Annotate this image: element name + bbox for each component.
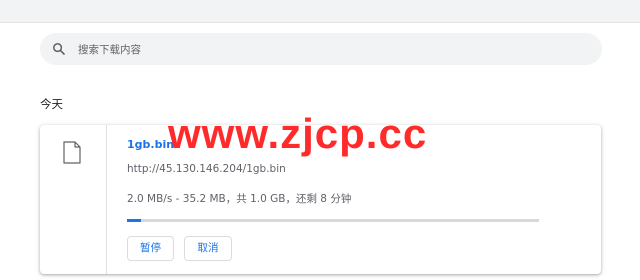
download-progress-fill [127,219,141,222]
download-item-icon-area [40,125,107,274]
pause-button[interactable]: 暂停 [127,236,174,261]
file-icon [63,141,81,168]
search-bar[interactable]: 搜索下载内容 [40,33,602,65]
download-source-url[interactable]: http://45.130.146.204/1gb.bin [127,163,286,175]
search-input[interactable]: 搜索下载内容 [78,42,141,57]
watermark-text: www.zjcp.cc [168,110,428,157]
download-status-text: 2.0 MB/s - 35.2 MB，共 1.0 GB，还剩 8 分钟 [127,193,352,205]
search-icon [52,42,66,56]
download-progress-bar [127,219,539,222]
download-file-name-link[interactable]: 1gb.bin [127,138,174,151]
top-toolbar [0,0,640,23]
section-title-today: 今天 [40,97,63,111]
cancel-button[interactable]: 取消 [184,236,232,261]
